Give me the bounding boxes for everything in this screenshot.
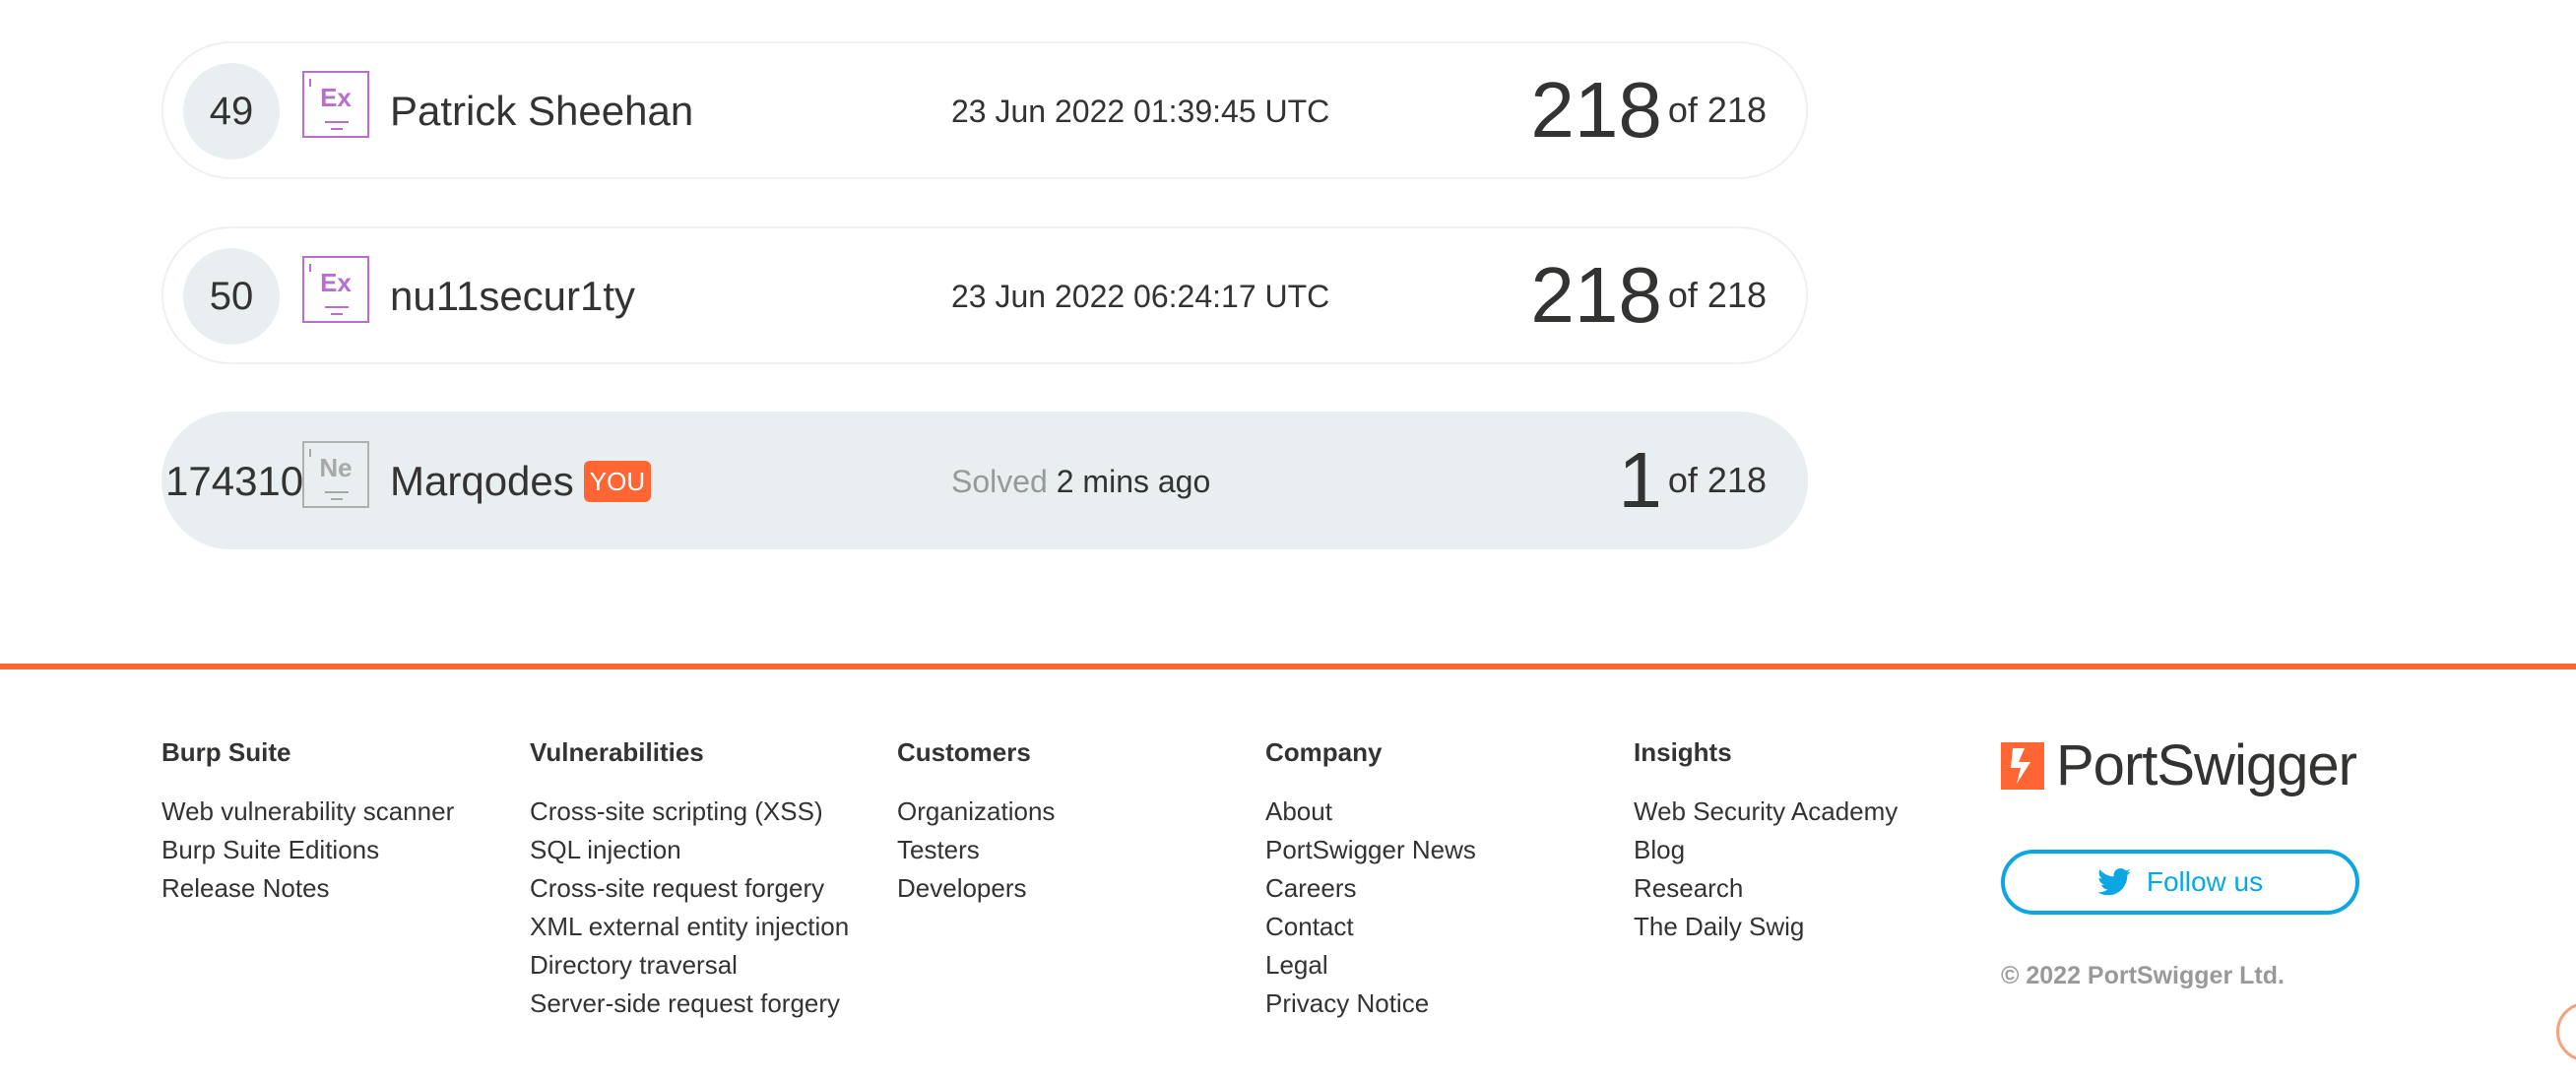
badge-symbol: Ex (320, 268, 352, 297)
footer-link[interactable]: Testers (897, 831, 1055, 869)
footer-link[interactable]: About (1265, 793, 1476, 831)
follow-us-button[interactable]: Follow us (2001, 850, 2359, 915)
footer-column-vulnerabilities: Vulnerabilities Cross-site scripting (XS… (530, 733, 849, 1023)
footer-link[interactable]: Organizations (897, 793, 1055, 831)
user-name: nu11secur1ty (390, 273, 636, 319)
rank-circle: 50 (183, 248, 280, 345)
footer-heading: Company (1265, 737, 1383, 767)
footer-heading: Vulnerabilities (530, 737, 704, 767)
solved-timestamp: 23 Jun 2022 06:24:17 UTC (951, 279, 1330, 314)
footer-link[interactable]: The Daily Swig (1634, 908, 1898, 946)
footer-link[interactable]: Release Notes (161, 869, 454, 908)
footer-link[interactable]: Careers (1265, 869, 1476, 908)
footer-link[interactable]: SQL injection (530, 831, 849, 869)
leaderboard-row: 50 Ex nu11secur1ty 23 Jun 2022 06:24:17 … (161, 226, 1808, 364)
footer-link[interactable]: Directory traversal (530, 946, 849, 985)
rank-number: 174310 (165, 458, 304, 504)
footer-heading: Burp Suite (161, 737, 291, 767)
footer-column-insights: Insights Web Security Academy Blog Resea… (1634, 733, 1898, 946)
footer-divider (0, 664, 2576, 669)
footer-link[interactable]: PortSwigger News (1265, 831, 1476, 869)
solved-relative-time: Solved 2 mins ago (951, 464, 1210, 500)
footer-heading: Insights (1634, 737, 1732, 767)
copyright: © 2022 PortSwigger Ltd. (2001, 962, 2285, 989)
rank-circle: 49 (183, 63, 280, 159)
expert-badge-icon: Ex (302, 71, 369, 138)
novice-badge-icon: Ne (302, 441, 369, 508)
footer-link[interactable]: Developers (897, 869, 1055, 908)
footer-link[interactable]: Research (1634, 869, 1898, 908)
user-name: Patrick Sheehan (390, 88, 694, 134)
logo-wordmark: PortSwigger (2056, 733, 2357, 797)
expert-badge-icon: Ex (302, 256, 369, 323)
footer-link[interactable]: Legal (1265, 946, 1476, 985)
footer-link[interactable]: Web Security Academy (1634, 793, 1898, 831)
user-name-text: Marqodes (390, 458, 574, 504)
score-total: of 218 (1667, 90, 1767, 130)
footer-link[interactable]: Contact (1265, 908, 1476, 946)
footer-column-burp-suite: Burp Suite Web vulnerability scanner Bur… (161, 733, 454, 908)
scroll-top-icon[interactable] (2556, 1002, 2576, 1061)
footer-link[interactable]: Burp Suite Editions (161, 831, 454, 869)
score-value: 1 (1618, 436, 1662, 524)
score-total: of 218 (1667, 460, 1767, 500)
solved-label: Solved (951, 464, 1048, 499)
portswigger-logo-icon (2001, 742, 2044, 790)
footer-link[interactable]: Blog (1634, 831, 1898, 869)
footer-column-company: Company About PortSwigger News Careers C… (1265, 733, 1476, 1023)
badge-symbol: Ex (320, 83, 352, 112)
footer-link[interactable]: XML external entity injection (530, 908, 849, 946)
score-value: 218 (1530, 251, 1662, 339)
score: 1 of 218 (1618, 433, 1767, 528)
score-value: 218 (1530, 66, 1662, 154)
footer-column-customers: Customers Organizations Testers Develope… (897, 733, 1055, 908)
score: 218 of 218 (1530, 63, 1767, 158)
follow-us-label: Follow us (2146, 866, 2264, 897)
current-user-row: 174310 Ne Marqodes YOU Solved 2 mins ago … (161, 412, 1808, 549)
badge-symbol: Ne (319, 453, 353, 482)
you-badge: YOU (583, 460, 652, 502)
footer-link[interactable]: Cross-site request forgery (530, 869, 849, 908)
user-name: Marqodes YOU (390, 458, 652, 505)
twitter-bird-icon (2097, 868, 2131, 896)
footer-link[interactable]: Web vulnerability scanner (161, 793, 454, 831)
leaderboard-row: 49 Ex Patrick Sheehan 23 Jun 2022 01:39:… (161, 41, 1808, 179)
footer-link[interactable]: Server-side request forgery (530, 985, 849, 1023)
solved-timestamp: 23 Jun 2022 01:39:45 UTC (951, 94, 1330, 129)
footer-link[interactable]: Privacy Notice (1265, 985, 1476, 1023)
footer-link[interactable]: Cross-site scripting (XSS) (530, 793, 849, 831)
footer-heading: Customers (897, 737, 1031, 767)
score-total: of 218 (1667, 275, 1767, 315)
score: 218 of 218 (1530, 248, 1767, 343)
solved-when: 2 mins ago (1056, 464, 1211, 499)
